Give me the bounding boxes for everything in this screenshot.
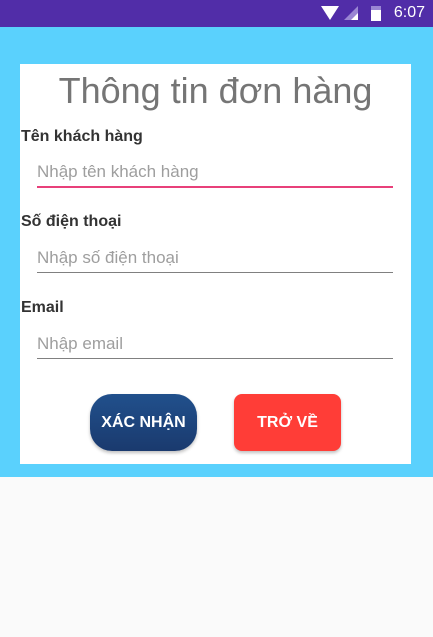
customer-name-input[interactable] — [37, 158, 393, 188]
customer-name-label: Tên khách hàng — [21, 128, 143, 145]
confirm-button[interactable]: XÁC NHẬN — [90, 394, 197, 451]
phone-label: Số điện thoại — [21, 213, 122, 230]
email-label: Email — [21, 299, 64, 316]
signal-icon — [344, 6, 358, 20]
email-input[interactable] — [37, 329, 393, 359]
order-form-card: Thông tin đơn hàng Tên khách hàng Số điệ… — [20, 64, 411, 464]
battery-icon — [371, 6, 381, 21]
phone-input[interactable] — [37, 243, 393, 273]
page-title: Thông tin đơn hàng — [58, 70, 373, 111]
back-button[interactable]: TRỞ VỀ — [234, 394, 341, 451]
clock: 6:07 — [393, 4, 425, 21]
wifi-icon — [321, 6, 339, 20]
status-bar: 6:07 — [0, 0, 433, 27]
